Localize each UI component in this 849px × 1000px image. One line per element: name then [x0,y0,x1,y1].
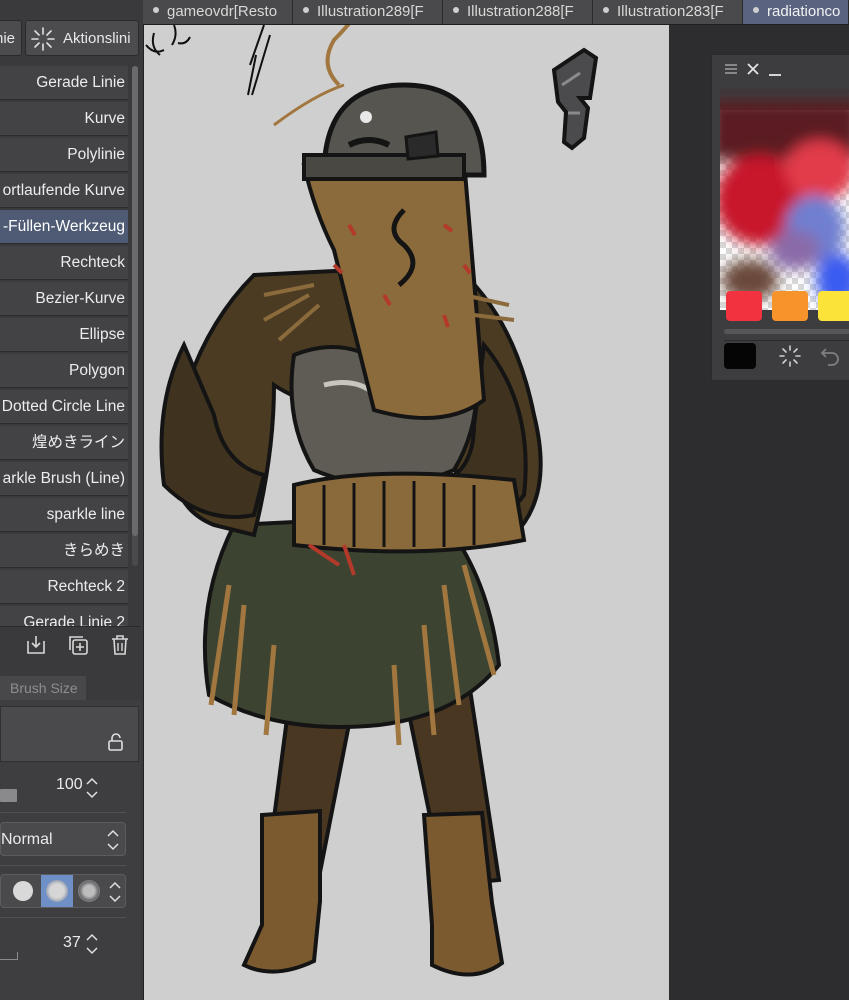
blend-mode-value: Normal [1,831,53,848]
drawing-canvas[interactable] [144,25,669,1000]
sub-tool-label: Kurve [84,110,126,127]
sub-tool-label: Gerade Linie 2 [23,614,125,626]
close-icon[interactable] [746,62,760,76]
character-illustration [145,25,599,977]
brush-size-value[interactable]: 37 [63,934,81,952]
sub-tool-actions [0,626,141,663]
divider [0,865,126,866]
sub-tool-label: Rechteck 2 [47,578,125,595]
swatch-red[interactable] [726,291,762,321]
sub-tool-item[interactable]: きらめき [0,534,128,568]
swatch-orange[interactable] [772,291,808,321]
sub-tool-label: sparkle line [46,506,125,523]
mode-button-left[interactable]: nie [0,20,22,56]
lock-icon[interactable] [106,732,126,752]
sub-tool-label: Ellipse [79,326,125,343]
burst-icon [31,27,55,51]
opacity-value[interactable]: 100 [56,776,83,794]
sub-tool-item[interactable]: sparkle line [0,498,128,532]
sub-tool-item[interactable]: -Füllen-Werkzeug [0,210,128,244]
brush-preview [0,706,139,762]
eyedropper-loading-icon[interactable] [778,344,802,368]
sub-tool-label: Bezier-Kurve [35,290,125,307]
blur-tip-icon[interactable] [78,880,100,902]
duplicate-icon[interactable] [66,633,90,657]
document-tab-bar: gameovdr[Resto Illustration289[F Illustrat… [143,0,849,25]
metal-fragment [551,47,599,151]
swatch-scrollbar[interactable] [724,329,849,334]
select-stepper-icon [107,829,119,851]
size-stepper-icon[interactable] [84,932,100,956]
tab-document[interactable]: Illustration289[F [293,0,443,24]
sub-tool-label: arkle Brush (Line) [2,470,125,487]
tab-dot-icon [303,7,309,14]
sub-tool-item[interactable]: Ellipse [0,318,128,352]
sub-tool-item[interactable]: Rechteck [0,246,128,280]
sub-tool-label: Polygon [68,362,125,379]
undo-icon[interactable] [820,345,842,367]
divider [0,812,126,813]
tab-document[interactable]: radiationco [743,0,849,24]
tab-label: gameovdr[Resto [167,3,278,20]
tab-dot-icon [603,7,609,14]
hard-tip-icon[interactable] [13,881,33,901]
menu-icon[interactable] [724,63,738,75]
tab-dot-icon [453,7,459,14]
sub-tool-item[interactable]: Polylinie [0,138,128,172]
mode-left-label: nie [0,30,16,47]
sub-tool-label: ortlaufende Kurve [2,182,125,199]
opacity-slider[interactable] [0,789,17,802]
tab-label: Illustration289[F [317,3,424,20]
sub-tool-item[interactable]: Gerade Linie [0,66,128,100]
minimize-icon[interactable] [768,62,782,76]
tab-label: Illustration283[F [617,3,724,20]
mode-right-label: Aktionslini [63,30,131,47]
sub-tool-item[interactable]: Polygon [0,354,128,388]
sub-tool-label: Gerade Linie [36,74,125,91]
sub-tool-item[interactable]: Dotted Circle Line [0,390,128,424]
sub-tool-label: きらめき [62,542,125,559]
list-scroll-thumb[interactable] [132,66,138,536]
sub-tool-label: Polylinie [67,146,125,163]
sub-tool-item[interactable]: Gerade Linie 2 [0,606,128,626]
import-icon[interactable] [24,633,48,657]
tool-mode-bar: nie Aktionslini [0,18,141,58]
color-panel [711,54,849,381]
sub-tool-item[interactable]: Kurve [0,102,128,136]
mode-button-action-lines[interactable]: Aktionslini [25,20,139,56]
soft-tip-icon[interactable] [46,880,68,902]
trash-icon[interactable] [108,633,132,657]
divider [0,917,126,918]
tab-label: radiationco [767,3,841,20]
brush-tip-shape-selector [0,874,126,908]
tip-stepper-icon[interactable] [108,879,122,905]
sub-tool-label: -Füllen-Werkzeug [2,218,125,235]
sub-tool-item[interactable]: Bezier-Kurve [0,282,128,316]
sub-tool-item[interactable]: Rechteck 2 [0,570,128,604]
size-slider[interactable] [0,952,18,960]
sub-tool-label: 煌めきライン [31,434,125,451]
blend-mode-select[interactable]: Normal [0,822,126,856]
tab-dot-icon [753,7,759,14]
divider [724,340,849,341]
sub-tool-label: Rechteck [60,254,125,271]
tab-brush-size-label: Brush Size [10,680,78,696]
sub-tool-item[interactable]: ortlaufende Kurve [0,174,128,208]
tab-label: Illustration288[F [467,3,574,20]
sub-tool-label: Dotted Circle Line [1,398,125,415]
tab-dot-icon [153,7,159,14]
current-color-chip[interactable] [724,343,756,369]
opacity-stepper-icon[interactable] [84,776,100,800]
tab-brush-size[interactable]: Brush Size [0,676,86,700]
tab-document[interactable]: Illustration288[F [443,0,593,24]
color-panel-header [712,55,849,83]
tab-document[interactable]: Illustration283[F [593,0,743,24]
swatch-yellow[interactable] [818,291,849,321]
sub-tool-item[interactable]: arkle Brush (Line) [0,462,128,496]
tab-document[interactable]: gameovdr[Resto [143,0,293,24]
sub-tool-item[interactable]: 煌めきライン [0,426,128,460]
sub-tool-list: Gerade Linie Kurve Polylinie ortlaufende Ku… [0,66,130,626]
property-tabs: Brush Size [0,676,141,700]
